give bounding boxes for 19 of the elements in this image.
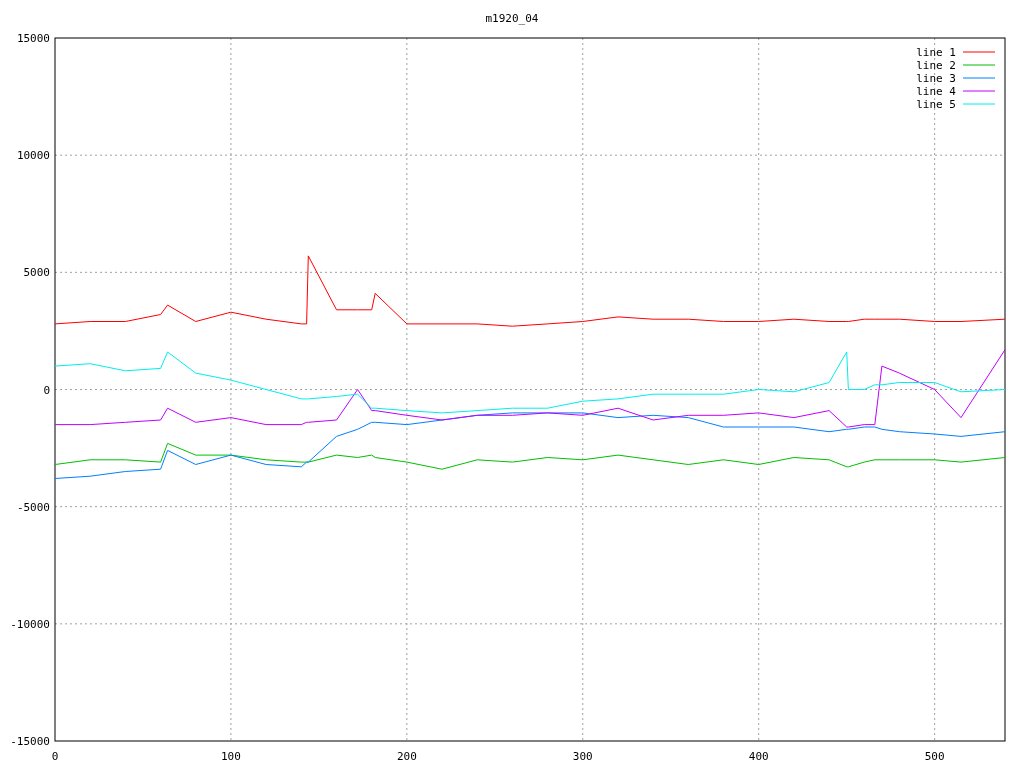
y-tick-label: 5000 [23, 266, 50, 280]
x-tick-label: 0 [51, 750, 59, 763]
x-tick-label: 500 [924, 750, 945, 763]
legend-label: line 5 [916, 98, 956, 111]
legend-label: line 3 [916, 72, 956, 85]
y-tick-label: -10000 [10, 617, 50, 631]
y-tick-label: -15000 [10, 735, 50, 748]
y-tick-label: 10000 [16, 149, 50, 163]
x-tick-label: 100 [221, 750, 241, 763]
legend-label: line 4 [916, 85, 956, 98]
x-tick-label: 300 [572, 750, 593, 763]
y-tick-label: 15000 [16, 32, 50, 45]
x-tick-label: 200 [396, 750, 417, 763]
x-tick-label: 400 [748, 750, 769, 763]
y-tick-label: -5000 [16, 500, 50, 514]
chart-title: m1920_04 [485, 12, 539, 25]
legend-label: line 2 [916, 59, 956, 72]
legend-label: line 1 [916, 46, 956, 59]
y-tick-label: 0 [43, 383, 50, 397]
